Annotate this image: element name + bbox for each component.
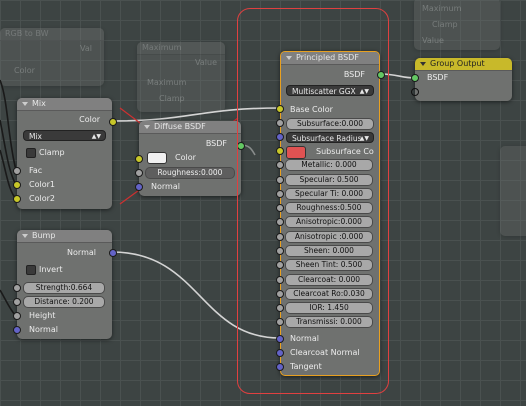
diffuse-color-socket[interactable] [135,155,143,163]
diffuse-node-header[interactable]: Diffuse BSDF [139,121,241,134]
invert-label: Invert [39,265,63,274]
bump-output-socket[interactable] [109,249,117,257]
invert-checkbox[interactable] [26,265,36,275]
bump-output-label: Normal [67,248,96,257]
mix-node-title: Mix [32,99,46,108]
mix-output-color-label: Color [79,115,100,124]
collapse-triangle-icon[interactable] [420,61,426,66]
collapse-triangle-icon[interactable] [144,124,150,129]
distance-field[interactable]: Distance: 0.200 [23,296,105,308]
diffuse-normal-label: Normal [151,182,180,191]
diffuse-bsdf-node[interactable]: Diffuse BSDF BSDF Color Roughness:0.000 … [139,121,241,196]
diffuse-color-swatch[interactable] [147,152,167,164]
bump-node-title: Bump [32,231,56,240]
bump-strength-socket[interactable] [13,284,21,292]
color2-label: Color2 [29,194,55,203]
fac-label: Fac [29,166,43,175]
collapse-triangle-icon[interactable] [22,233,28,238]
mix-node-header[interactable]: Mix [17,98,112,111]
highlight-outline [237,8,389,394]
clamp-checkbox[interactable] [26,148,36,158]
bump-normal-label: Normal [29,325,58,334]
diffuse-color-label: Color [175,153,196,162]
color1-label: Color1 [29,180,55,189]
mix-color1-socket[interactable] [13,181,21,189]
bump-height-label: Height [29,311,56,320]
blend-mode-dropdown[interactable]: Mix ▲▼ [23,130,106,141]
group-output-header[interactable]: Group Output [415,58,512,71]
bump-distance-socket[interactable] [13,298,21,306]
blend-mode-value: Mix [29,132,42,141]
diffuse-node-title: Diffuse BSDF [154,122,206,131]
bump-node-header[interactable]: Bump [17,230,112,243]
strength-field[interactable]: Strength:0.664 [23,282,105,294]
clamp-label: Clamp [39,148,65,157]
dropdown-arrow-icon: ▲▼ [91,133,101,140]
bump-height-socket[interactable] [13,312,21,320]
mix-fac-socket[interactable] [13,167,21,175]
group-output-bsdf-label: BSDF [427,73,449,82]
mix-node[interactable]: Mix Color Mix ▲▼ Clamp Fac Color1 Color2 [17,98,112,209]
group-output-bsdf-socket[interactable] [411,74,419,82]
mix-color2-socket[interactable] [13,195,21,203]
diffuse-roughness-field[interactable]: Roughness:0.000 [145,167,235,179]
group-output-title: Group Output [430,59,485,68]
mix-output-socket[interactable] [109,118,117,126]
diffuse-normal-socket[interactable] [135,183,143,191]
bump-node[interactable]: Bump Normal Invert Strength:0.664 Distan… [17,230,112,339]
diffuse-roughness-socket[interactable] [135,169,143,177]
diffuse-output-label: BSDF [205,139,227,148]
bump-normal-socket[interactable] [13,326,21,334]
group-output-node[interactable]: Group Output BSDF [415,58,512,101]
collapse-triangle-icon[interactable] [22,101,28,106]
group-output-empty-socket[interactable] [411,88,419,96]
